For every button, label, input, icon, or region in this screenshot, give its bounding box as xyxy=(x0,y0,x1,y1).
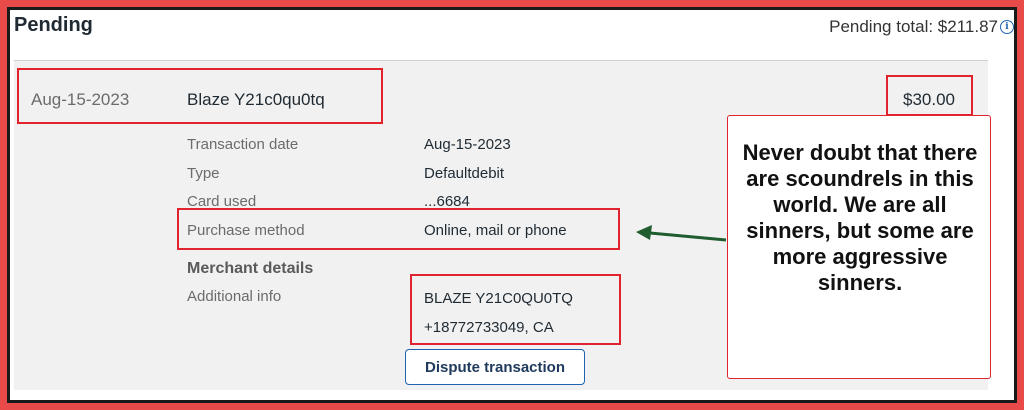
arrow-head xyxy=(636,225,652,240)
annotation-arrow xyxy=(636,225,727,242)
arrow-shaft xyxy=(649,231,727,242)
